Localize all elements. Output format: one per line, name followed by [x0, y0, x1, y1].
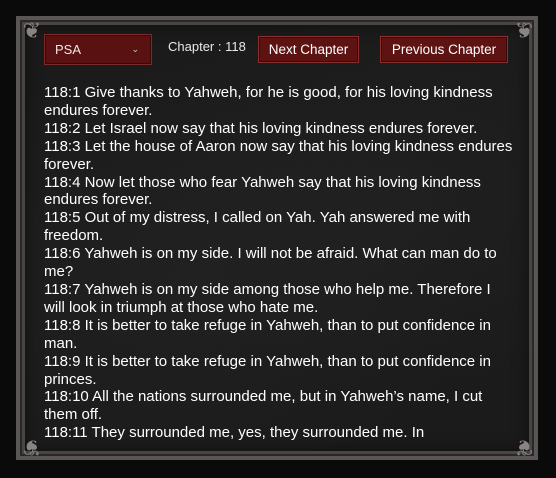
bible-reader-window: ❦ ❦ ❦ ❦ PSA ⌄ Chapter : 118 Next Chapter…	[0, 0, 556, 478]
verse: 118:4 Now let those who fear Yahweh say …	[44, 173, 481, 209]
book-dropdown-value: PSA	[55, 42, 82, 57]
verse: 118:7 Yahweh is on my side among those w…	[44, 280, 491, 316]
verse: 118:11 They surrounded me, yes, they sur…	[44, 424, 425, 442]
next-chapter-button[interactable]: Next Chapter	[258, 36, 359, 63]
verse: 118:3 Let the house of Aaron now say tha…	[44, 137, 513, 173]
corner-ornament-icon: ❦	[514, 434, 534, 459]
chapter-text-area[interactable]: 118:1 Give thanks to Yahweh, for he is g…	[44, 84, 514, 444]
verse: 118:1 Give thanks to Yahweh, for he is g…	[44, 84, 493, 119]
verse: 118:5 Out of my distress, I called on Ya…	[44, 209, 471, 245]
book-dropdown[interactable]: PSA ⌄	[44, 34, 152, 65]
verse: 118:2 Let Israel now say that his loving…	[44, 119, 478, 137]
verse: 118:8 It is better to take refuge in Yah…	[44, 316, 491, 352]
corner-ornament-icon: ❦	[514, 19, 534, 44]
corner-ornament-icon: ❦	[22, 434, 42, 459]
toolbar: PSA ⌄ Chapter : 118 Next Chapter Previou…	[44, 34, 514, 66]
verse: 118:9 It is better to take refuge in Yah…	[44, 352, 491, 388]
corner-ornament-icon: ❦	[22, 19, 42, 44]
chapter-label: Chapter : 118	[168, 39, 246, 54]
verse: 118:10 All the nations surrounded me, bu…	[44, 388, 483, 424]
chevron-down-icon: ⌄	[131, 44, 139, 54]
previous-chapter-button[interactable]: Previous Chapter	[380, 36, 508, 63]
verse: 118:6 Yahweh is on my side. I will not b…	[44, 245, 497, 281]
